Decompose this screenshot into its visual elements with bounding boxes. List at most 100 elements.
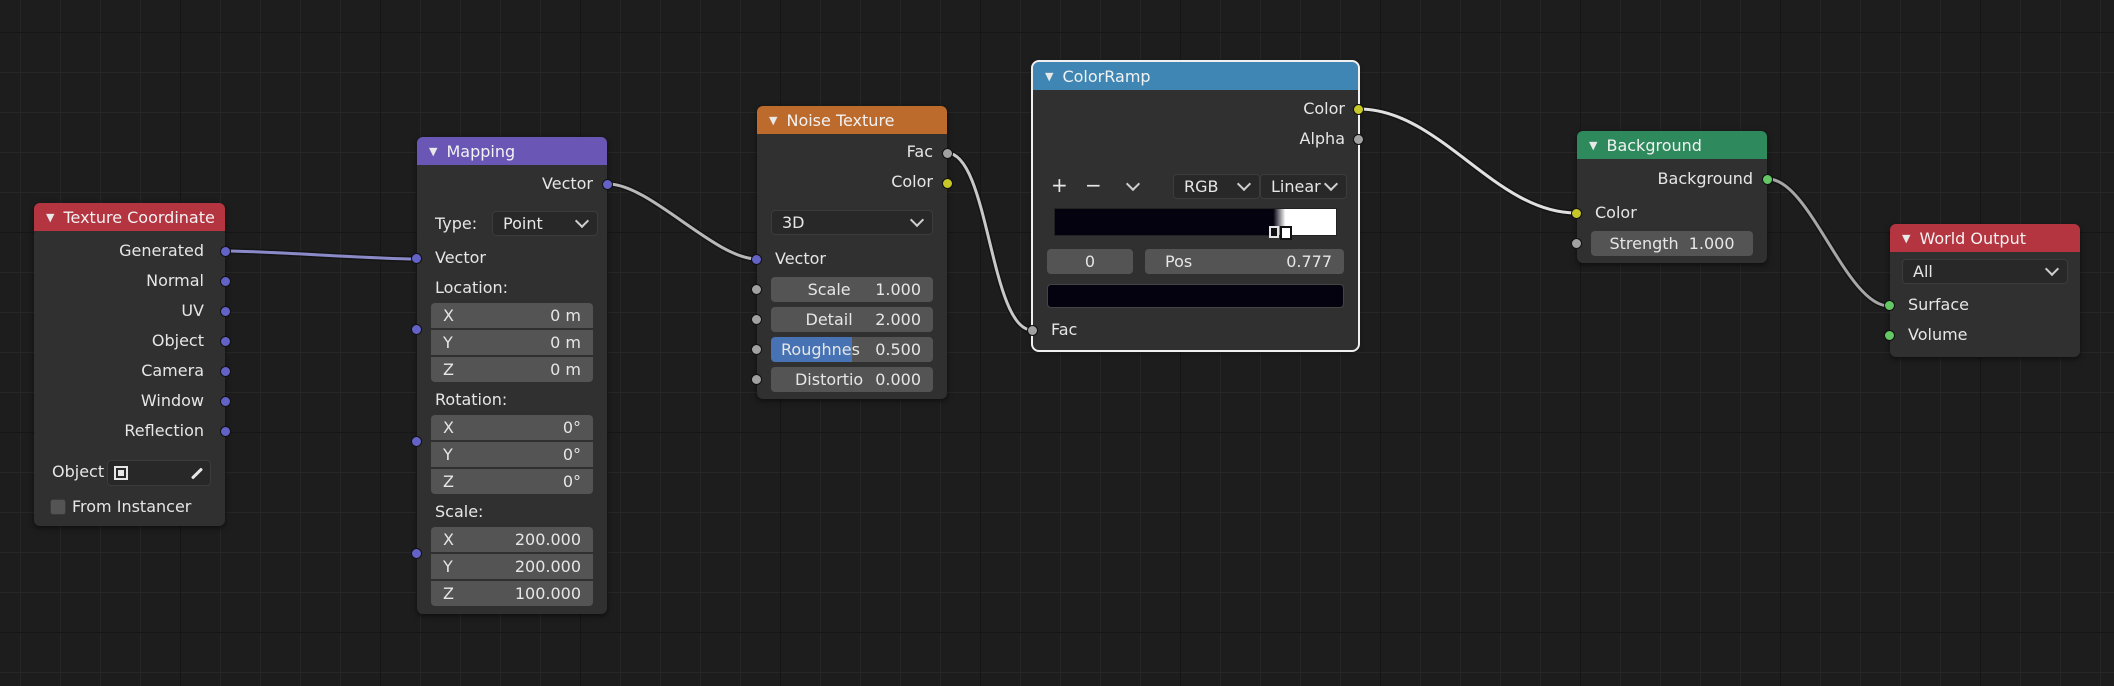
socket-rotation[interactable] [411,436,422,447]
field-label: Strength [1609,234,1679,253]
socket-scale[interactable] [751,284,762,295]
collapse-arrow-icon[interactable]: ▼ [1902,232,1910,245]
stop-position-field[interactable]: Pos 0.777 [1145,249,1344,274]
socket-input-vector[interactable] [411,253,422,264]
collapse-arrow-icon[interactable]: ▼ [429,145,437,158]
detail-field[interactable]: Detail 2.000 [771,307,933,332]
eyedropper-icon[interactable] [190,466,204,480]
output-fac: Fac [906,142,933,161]
type-dropdown[interactable]: Point [492,211,598,236]
stop-color-swatch[interactable] [1047,284,1344,308]
dimensions-dropdown[interactable]: 3D [771,210,933,235]
output-vector: Vector [542,174,593,193]
interpolation-value: Linear [1271,177,1321,196]
add-stop-button[interactable]: + [1051,174,1068,196]
scale-label: Scale: [435,502,484,521]
axis-label: Y [443,445,453,464]
object-picker[interactable] [107,460,211,486]
node-header[interactable]: ▼ ColorRamp [1033,62,1358,90]
color-ramp-gradient[interactable] [1054,208,1337,236]
stop-marker-0[interactable] [1268,226,1279,238]
scale-x-field[interactable]: X 200.000 [431,527,593,552]
socket-surface[interactable] [1884,300,1895,311]
socket-scale[interactable] [411,548,422,559]
output-color: Color [1303,99,1345,118]
socket-input-fac[interactable] [1027,325,1038,336]
output-object: Object [151,331,204,350]
collapse-arrow-icon[interactable]: ▼ [1045,70,1053,83]
field-value: 0.000 [875,370,921,389]
scale-y-field[interactable]: Y 200.000 [431,554,593,579]
field-value: 1.000 [875,280,921,299]
socket-normal[interactable] [220,276,231,287]
strength-field[interactable]: Strength 1.000 [1591,231,1753,256]
input-volume-label: Volume [1908,325,1968,344]
node-header[interactable]: ▼ Mapping [417,137,607,165]
roughness-slider[interactable]: Roughnes 0.500 [771,337,933,362]
scale-z-field[interactable]: Z 100.000 [431,581,593,606]
stop-index-field[interactable]: 0 [1047,249,1133,274]
node-mapping[interactable]: ▼ Mapping Vector Type: Point Vector Loca… [411,137,613,614]
target-dropdown[interactable]: All [1902,259,2068,284]
input-vector-label: Vector [775,249,826,268]
node-noise-texture[interactable]: ▼ Noise Texture Fac Color 3D Vector Scal… [751,106,953,399]
location-y-field[interactable]: Y 0 m [431,330,593,355]
socket-output-color[interactable] [1353,104,1364,115]
socket-uv[interactable] [220,306,231,317]
stop-marker-1[interactable] [1280,226,1293,240]
rotation-x-field[interactable]: X 0° [431,415,593,440]
field-value: 0 [1084,252,1096,271]
link-colorramp-to-background [1356,106,1579,216]
link-background-to-world [1765,176,1892,309]
chevron-down-icon [2044,261,2060,277]
socket-output-background[interactable] [1762,174,1773,185]
socket-window[interactable] [220,396,231,407]
location-z-field[interactable]: Z 0 m [431,357,593,382]
socket-location[interactable] [411,324,422,335]
socket-volume[interactable] [1884,330,1895,341]
color-mode-dropdown[interactable]: RGB [1173,174,1260,199]
target-value: All [1913,262,1933,281]
socket-camera[interactable] [220,366,231,377]
collapse-arrow-icon[interactable]: ▼ [769,114,777,127]
node-world-output[interactable]: ▼ World Output All Surface Volume [1884,224,2080,357]
socket-strength[interactable] [1571,238,1582,249]
socket-output-alpha[interactable] [1353,134,1364,145]
rotation-y-field[interactable]: Y 0° [431,442,593,467]
socket-object[interactable] [220,336,231,347]
socket-roughness[interactable] [751,344,762,355]
node-background[interactable]: ▼ Background Background Color Strength 1… [1571,131,1773,263]
socket-output-vector[interactable] [602,179,613,190]
field-value: 1.000 [1688,234,1735,253]
socket-reflection[interactable] [220,426,231,437]
node-color-ramp[interactable]: ▼ ColorRamp Color Alpha + − RGB Linear 0… [1027,60,1364,352]
output-normal: Normal [146,271,204,290]
rotation-z-field[interactable]: Z 0° [431,469,593,494]
node-header[interactable]: ▼ World Output [1890,224,2080,252]
collapse-arrow-icon[interactable]: ▼ [46,211,54,224]
socket-detail[interactable] [751,314,762,325]
location-x-field[interactable]: X 0 m [431,303,593,328]
node-title: Mapping [446,141,516,161]
socket-generated[interactable] [220,246,231,257]
scale-field[interactable]: Scale 1.000 [771,277,933,302]
socket-distortion[interactable] [751,374,762,385]
node-header[interactable]: ▼ Texture Coordinate [34,203,225,231]
node-texture-coordinate[interactable]: ▼ Texture Coordinate Generated Normal UV… [34,203,231,526]
socket-input-color[interactable] [1571,208,1582,219]
node-header[interactable]: ▼ Background [1577,131,1767,159]
node-title: ColorRamp [1062,66,1151,86]
socket-output-fac[interactable] [942,148,953,159]
collapse-arrow-icon[interactable]: ▼ [1589,139,1597,152]
distortion-field[interactable]: Distortio 0.000 [771,367,933,392]
color-mode-value: RGB [1184,177,1219,196]
chevron-down-icon [574,213,590,229]
remove-stop-button[interactable]: − [1085,174,1102,196]
ramp-menu-chevron-icon[interactable] [1125,176,1141,192]
socket-output-color[interactable] [942,178,953,189]
node-header[interactable]: ▼ Noise Texture [757,106,947,134]
socket-input-vector[interactable] [751,254,762,265]
interpolation-dropdown[interactable]: Linear [1260,174,1347,199]
from-instancer-checkbox[interactable] [50,499,66,515]
field-value: 2.000 [875,310,921,329]
